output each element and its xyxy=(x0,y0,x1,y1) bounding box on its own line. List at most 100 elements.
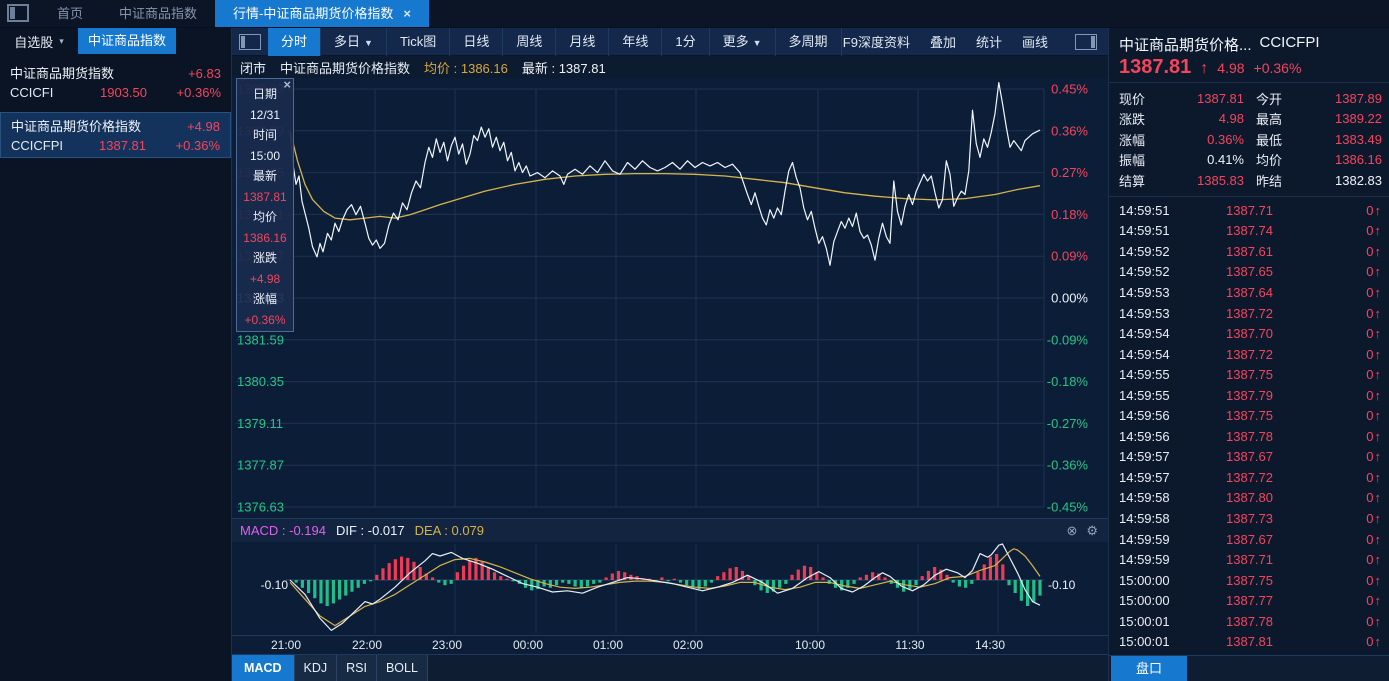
tick-row[interactable]: 15:00:00 1387.75 0 ↑ xyxy=(1109,570,1389,591)
macd-histogram-bar-down xyxy=(1007,580,1011,586)
macd-histogram-bar-down xyxy=(852,580,856,584)
nav-tab[interactable]: 行情-中证商品期货价格指数 × xyxy=(215,0,429,27)
toolbar-button-1分[interactable]: 1分 xyxy=(662,27,710,56)
toolbar-button-label: 年线 xyxy=(622,33,649,49)
tick-up-arrow-icon: ↑ xyxy=(1374,572,1382,588)
toolbar-button-多周期[interactable]: 多周期 xyxy=(776,27,842,56)
macd-histogram-bar-up xyxy=(1001,564,1005,580)
quote-change-pct: +0.36% xyxy=(1253,60,1302,76)
collapse-left-panel-icon[interactable] xyxy=(239,33,261,50)
macd-indicator-chart[interactable]: -0.10 -0.10 xyxy=(232,542,1108,635)
tick-row[interactable]: 14:59:57 1387.72 0 ↑ xyxy=(1109,467,1389,488)
intraday-price-chart[interactable]: 1389.030.45%1387.790.36%1386.550.27%1385… xyxy=(232,78,1108,518)
collapse-right-panel-icon[interactable] xyxy=(1075,33,1097,50)
tick-row[interactable]: 14:59:57 1387.67 0 ↑ xyxy=(1109,447,1389,468)
tick-volume: 0 ↑ xyxy=(1366,264,1381,279)
macd-histogram-bar-up xyxy=(883,577,887,580)
nav-tab[interactable]: 中证商品指数 xyxy=(101,0,215,27)
toolbar-button-日线[interactable]: 日线 xyxy=(450,27,504,56)
toolbar-button-周线[interactable]: 周线 xyxy=(503,27,557,56)
tick-volume-value: 0 xyxy=(1366,510,1374,526)
macd-histogram-bar-up xyxy=(802,565,807,580)
watchlist-item-price: 1387.81 xyxy=(99,138,146,153)
tick-row[interactable]: 14:59:55 1387.79 0 ↑ xyxy=(1109,385,1389,406)
watchlist-tab-csi-commodity[interactable]: 中证商品指数 xyxy=(78,28,177,54)
watchlist-item[interactable]: 中证商品期货价格指数 +4.98 CCICFPI 1387.81 +0.36% xyxy=(0,112,231,158)
toolbar-button-多日[interactable]: 多日 ▼ xyxy=(321,27,387,56)
tick-row[interactable]: 14:59:52 1387.61 0 ↑ xyxy=(1109,241,1389,262)
tick-row[interactable]: 14:59:51 1387.74 0 ↑ xyxy=(1109,221,1389,242)
macd-histogram-bar-up xyxy=(399,556,404,580)
indicator-close-icon[interactable]: ⊗ xyxy=(1066,523,1077,539)
macd-histogram-bar-up xyxy=(492,572,497,580)
tick-row[interactable]: 15:00:01 1387.81 0 ↑ xyxy=(1109,631,1389,652)
x-axis-time-label: 00:00 xyxy=(512,638,544,652)
divider xyxy=(1109,196,1389,197)
tick-row[interactable]: 15:00:01 1387.78 0 ↑ xyxy=(1109,611,1389,632)
tick-row[interactable]: 14:59:58 1387.80 0 ↑ xyxy=(1109,488,1389,509)
tick-volume: 0 ↑ xyxy=(1366,614,1381,629)
price-up-arrow-icon: ↑ xyxy=(1200,60,1209,77)
toolbar-link-画线[interactable]: 画线 xyxy=(1022,32,1048,51)
toolbar-button-分时[interactable]: 分时 xyxy=(268,27,322,56)
tick-row[interactable]: 14:59:54 1387.70 0 ↑ xyxy=(1109,323,1389,344)
tick-row[interactable]: 14:59:53 1387.72 0 ↑ xyxy=(1109,303,1389,324)
indicator-tab-KDJ[interactable]: KDJ xyxy=(294,655,338,681)
tick-volume: 0 ↑ xyxy=(1366,285,1381,300)
tick-time: 14:59:53 xyxy=(1119,305,1170,321)
tick-row[interactable]: 14:59:52 1387.65 0 ↑ xyxy=(1109,262,1389,283)
tick-volume-value: 0 xyxy=(1366,634,1374,650)
tick-row[interactable]: 15:00:00 1387.77 0 ↑ xyxy=(1109,590,1389,611)
tick-row[interactable]: 14:59:56 1387.75 0 ↑ xyxy=(1109,405,1389,426)
tick-row[interactable]: 14:59:55 1387.75 0 ↑ xyxy=(1109,364,1389,385)
tick-volume: 0 ↑ xyxy=(1366,347,1381,362)
macd-histogram-bar-down xyxy=(598,580,602,583)
indicator-tab-RSI[interactable]: RSI xyxy=(337,655,377,681)
tick-row[interactable]: 14:59:51 1387.71 0 ↑ xyxy=(1109,200,1389,221)
tick-row[interactable]: 14:59:53 1387.64 0 ↑ xyxy=(1109,282,1389,303)
tooltip-row-label: 涨幅 xyxy=(252,292,277,306)
macd-histogram-bar-down xyxy=(567,580,571,584)
tooltip-close-icon[interactable]: × xyxy=(283,78,291,92)
tick-volume: 0 ↑ xyxy=(1366,490,1381,505)
nav-tab[interactable]: 首页 xyxy=(39,0,101,27)
tick-time: 15:00:01 xyxy=(1119,613,1170,629)
toolbar-button-年线[interactable]: 年线 xyxy=(609,27,663,56)
toolbar-link-叠加[interactable]: 叠加 xyxy=(930,32,956,51)
tick-price: 1387.77 xyxy=(1226,593,1273,609)
watchlist-item[interactable]: 中证商品期货指数 +6.83 CCICFI 1903.50 +0.36% xyxy=(0,60,231,106)
tab-close-icon[interactable]: × xyxy=(403,0,411,28)
tick-row[interactable]: 14:59:56 1387.78 0 ↑ xyxy=(1109,426,1389,447)
macd-histogram-bar-down xyxy=(443,580,447,586)
watchlist-group-dropdown[interactable]: 自选股 ▾ xyxy=(0,28,78,54)
tick-row[interactable]: 14:59:58 1387.73 0 ↑ xyxy=(1109,508,1389,529)
tick-up-arrow-icon: ↑ xyxy=(1374,634,1382,650)
toolbar-link-统计[interactable]: 统计 xyxy=(976,32,1002,51)
toolbar-button-Tick图[interactable]: Tick图 xyxy=(387,27,451,56)
tick-volume: 0 ↑ xyxy=(1366,306,1381,321)
y-axis-price-label: 1376.63 xyxy=(237,500,284,515)
macd-histogram-bar-down xyxy=(548,580,552,588)
tick-volume: 0 ↑ xyxy=(1366,532,1381,547)
toolbar-link-F9深度资料[interactable]: F9深度资料 xyxy=(843,32,910,51)
toolbar-button-月线[interactable]: 月线 xyxy=(556,27,610,56)
macd-histogram-bar-up xyxy=(387,563,391,580)
pankou-tab[interactable]: 盘口 xyxy=(1111,656,1187,681)
tick-volume: 0 ↑ xyxy=(1366,408,1381,423)
tick-row[interactable]: 14:59:59 1387.67 0 ↑ xyxy=(1109,529,1389,550)
tick-row[interactable]: 14:59:59 1387.71 0 ↑ xyxy=(1109,549,1389,570)
macd-histogram-bar-down xyxy=(778,580,782,588)
tick-row[interactable]: 14:59:54 1387.72 0 ↑ xyxy=(1109,344,1389,365)
tick-up-arrow-icon: ↑ xyxy=(1374,346,1382,362)
quote-field-label: 现价 xyxy=(1119,91,1146,107)
indicator-tab-BOLL[interactable]: BOLL xyxy=(376,655,428,681)
indicator-settings-icon[interactable]: ⚙ xyxy=(1086,523,1098,539)
tick-volume-value: 0 xyxy=(1366,552,1374,568)
indicator-tab-MACD[interactable]: MACD xyxy=(232,655,295,681)
sidebar-toggle-icon[interactable] xyxy=(7,4,29,22)
tick-time: 14:59:57 xyxy=(1119,469,1170,485)
macd-histogram-bar-down xyxy=(344,580,348,596)
quote-field-value: 1385.83 xyxy=(1197,172,1244,188)
quote-field-value: 1386.16 xyxy=(1335,152,1382,168)
toolbar-button-更多[interactable]: 更多 ▼ xyxy=(710,27,776,56)
